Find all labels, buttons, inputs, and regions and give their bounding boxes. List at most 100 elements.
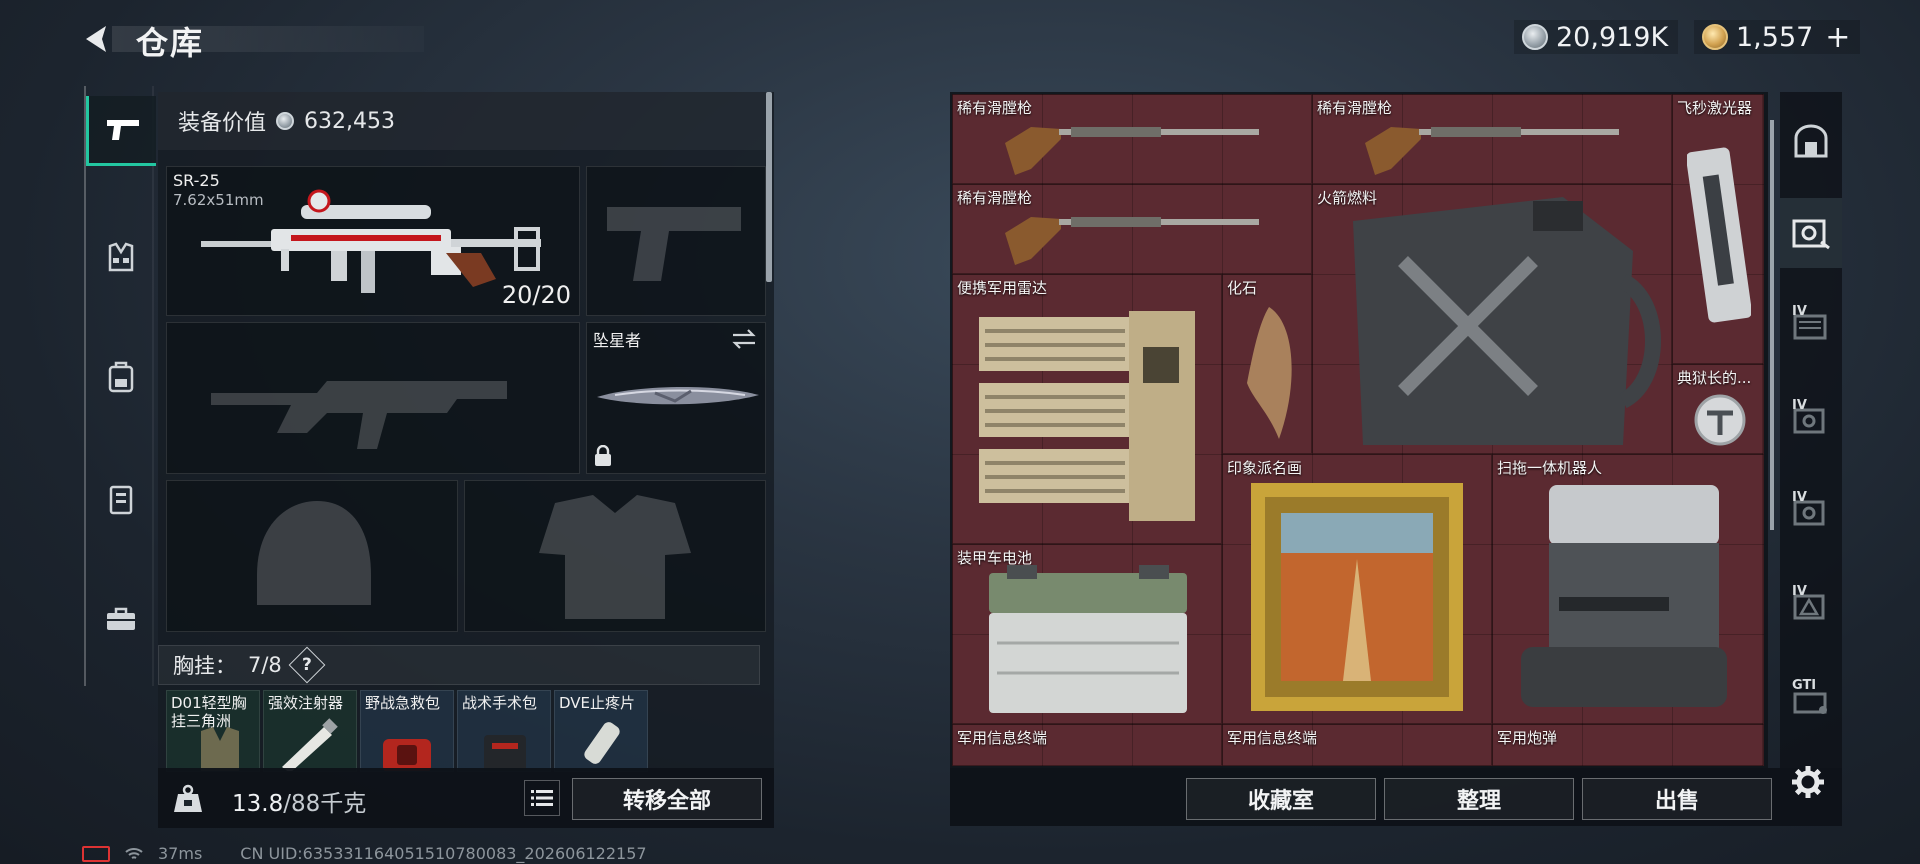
pistol-silhouette-icon (607, 207, 741, 281)
gold-amount: 1,557 (1736, 21, 1814, 53)
carry-weight-max: /88千克 (283, 791, 367, 817)
slot-primary-weapon[interactable]: SR-25 7.62x51mm 20/20 (166, 166, 580, 316)
item-label: 军用炮弹 (1497, 729, 1558, 747)
rig-item-label: DVE止疼片 (559, 694, 636, 712)
storage-item[interactable]: 便携军用雷达 (952, 274, 1222, 544)
storage-item[interactable]: 飞秒激光器 (1672, 94, 1764, 364)
pistol-icon (106, 119, 139, 140)
tab-storage-iv-2[interactable]: IV (1780, 384, 1842, 454)
armor-plate-icon (109, 485, 133, 515)
weight-icon (174, 784, 202, 812)
collection-room-button[interactable]: 收藏室 (1186, 778, 1376, 820)
add-currency-button[interactable]: + (1825, 20, 1850, 55)
chest-rig-items: D01轻型胸挂三角洲 强效注射器 野战急救包 战术手术包 DVE止疼片 (166, 690, 648, 772)
tab-backpack[interactable] (86, 342, 156, 412)
rig-item[interactable]: 野战急救包 (360, 690, 454, 772)
musket-image (1005, 217, 1259, 265)
storage-item[interactable]: 军用信息终端 (952, 724, 1222, 766)
rig-item[interactable]: 战术手术包 (457, 690, 551, 772)
swap-arrows-icon[interactable] (731, 329, 757, 349)
rig-item[interactable]: D01轻型胸挂三角洲 (166, 690, 260, 772)
tab-storage-gti[interactable]: GTI (1780, 664, 1842, 734)
storage-item[interactable]: 稀有滑膛枪 (1312, 94, 1672, 184)
vehicle-battery-image (989, 565, 1187, 713)
transfer-all-button[interactable]: 转移全部 (572, 778, 762, 820)
vest-icon (108, 242, 134, 272)
storage-panel: 稀有滑膛枪 稀有滑膛枪 飞秒激光器 稀有滑膛枪 火箭燃料 便携军用雷达 化石 典… (950, 92, 1768, 768)
chest-rig-header: 胸挂： 7/8 ? (158, 645, 760, 685)
storage-item[interactable]: 火箭燃料 (1312, 184, 1672, 454)
storage-item[interactable]: 化石 (1222, 274, 1312, 454)
item-label: 飞秒激光器 (1677, 99, 1753, 117)
storage-item[interactable]: 军用炮弹 (1492, 724, 1764, 766)
equipment-value-row: 装备价值 632,453 (158, 92, 768, 150)
injector-image (282, 718, 338, 771)
tier-badge: IV (1792, 490, 1807, 505)
equipment-value-label: 装备价值 (178, 111, 267, 136)
gold-coin-icon (1702, 24, 1728, 50)
silver-coin-icon (1522, 24, 1548, 50)
tab-toolbox[interactable] (86, 584, 156, 654)
robot-vacuum-image (1521, 485, 1727, 707)
item-label: 扫拖一体机器人 (1497, 459, 1603, 477)
loadout-scrollbar[interactable] (766, 92, 772, 282)
currency-gold[interactable]: 1,557 + (1694, 20, 1861, 55)
helmet-silhouette-icon (257, 501, 371, 605)
slot-melee[interactable]: 坠星者 (586, 322, 766, 474)
storage-item[interactable]: 军用信息终端 (1222, 724, 1492, 766)
slot-body-armor[interactable] (464, 480, 766, 632)
storage-item[interactable]: 装甲车电池 (952, 544, 1222, 724)
page-title: 仓库 (136, 24, 205, 62)
impressionist-painting-image (1251, 483, 1463, 711)
tier-badge: GTI (1792, 678, 1817, 693)
storage-item[interactable]: 印象派名画 (1222, 454, 1492, 724)
fossil-claw-image (1247, 307, 1292, 439)
chest-rig-label: 胸挂： (173, 654, 236, 678)
help-button[interactable]: ? (288, 646, 326, 684)
military-radar-image (979, 311, 1195, 521)
tab-armor[interactable] (86, 464, 156, 534)
rig-item-label: D01轻型胸挂三角洲 (171, 694, 247, 730)
storage-item[interactable]: 稀有滑膛枪 (952, 94, 1312, 184)
storage-arch-icon (1794, 124, 1828, 158)
rig-item[interactable]: 强效注射器 (263, 690, 357, 772)
slot-sidearm[interactable] (586, 166, 766, 316)
organize-button[interactable]: 整理 (1384, 778, 1574, 820)
silver-coin-icon (276, 112, 295, 130)
slot-helmet[interactable] (166, 480, 458, 632)
tab-storage-iv-3[interactable]: IV (1780, 476, 1842, 546)
storage-item[interactable]: 稀有滑膛枪 (952, 184, 1312, 274)
category-rail (84, 86, 156, 686)
rifle-silhouette-icon (211, 381, 507, 449)
list-view-button[interactable] (524, 780, 560, 816)
tier-badge: IV (1792, 304, 1807, 319)
tier-badge: IV (1792, 398, 1807, 413)
tab-storage-main[interactable] (1780, 198, 1842, 268)
backpack-icon (108, 361, 134, 393)
storage-rail: IV IV IV IV GTI (1780, 92, 1842, 768)
equipment-value: 632,453 (304, 108, 395, 134)
tab-weapons[interactable] (86, 96, 156, 166)
tab-storage-iv-1[interactable]: IV (1780, 290, 1842, 360)
gear-icon[interactable] (1790, 764, 1826, 800)
laser-device-image (1687, 147, 1751, 323)
slot-secondary-weapon[interactable] (166, 322, 580, 474)
storage-item[interactable]: 典狱长的... (1672, 364, 1764, 454)
knife-image (597, 386, 759, 405)
silver-amount: 20,919K (1556, 21, 1669, 53)
item-label: 便携军用雷达 (957, 279, 1048, 297)
tab-storage-iv-4[interactable]: IV (1780, 570, 1842, 640)
tab-chest-rig[interactable] (86, 222, 156, 292)
currency-silver[interactable]: 20,919K (1514, 20, 1679, 54)
storage-scrollbar[interactable] (1770, 120, 1774, 530)
lock-icon (595, 445, 611, 466)
item-label: 军用信息终端 (957, 729, 1048, 747)
safe-box-icon (1792, 219, 1830, 250)
storage-grid: 稀有滑膛枪 稀有滑膛枪 飞秒激光器 稀有滑膛枪 火箭燃料 便携军用雷达 化石 典… (952, 94, 1764, 766)
sell-button[interactable]: 出售 (1582, 778, 1772, 820)
storage-item[interactable]: 扫拖一体机器人 (1492, 454, 1764, 724)
rig-item[interactable]: DVE止疼片 (554, 690, 648, 772)
back-arrow-icon[interactable] (80, 22, 114, 56)
warden-badge-image (1694, 394, 1746, 446)
tab-storage-home[interactable] (1780, 106, 1842, 176)
